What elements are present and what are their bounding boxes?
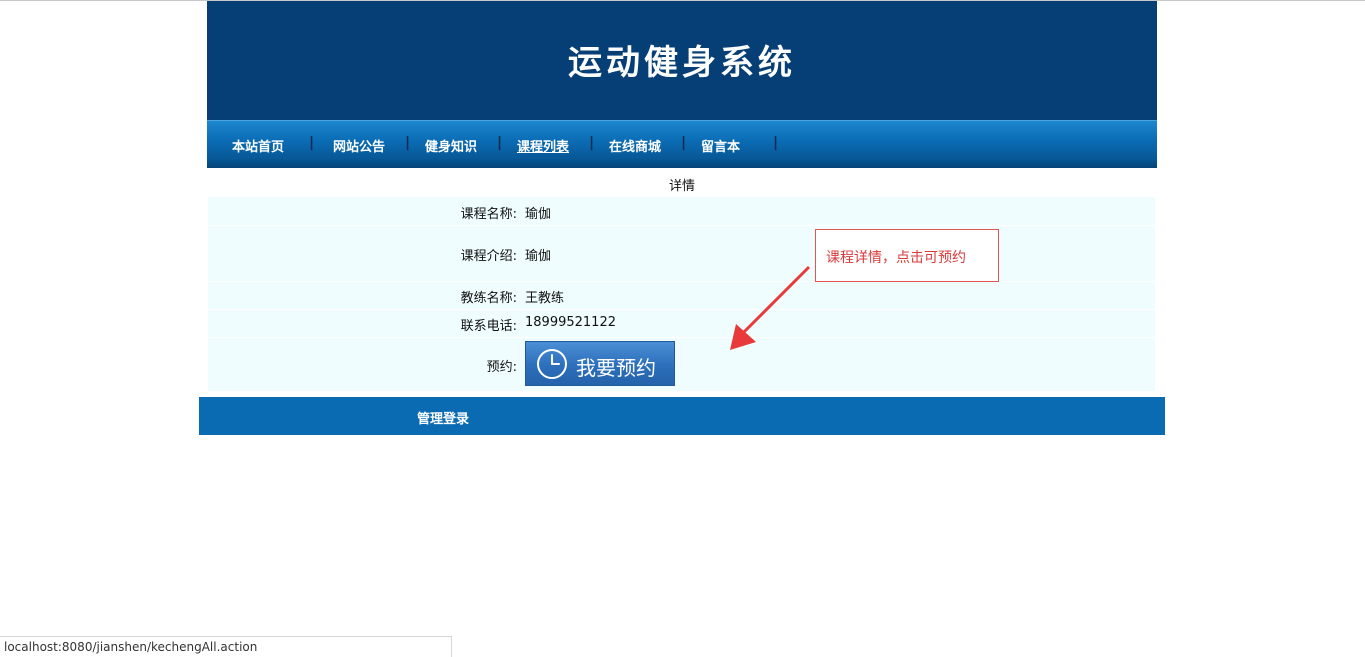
course-detail-table: 课程名称: 瑜伽 课程介绍: 瑜伽 教练名称: 王教练 联系电话: 189995… [208, 197, 1155, 391]
detail-row-course-name: 课程名称: 瑜伽 [208, 197, 1155, 226]
booking-label: 预约: [486, 360, 517, 375]
nav-fitness-knowledge[interactable]: 健身知识 [425, 136, 477, 155]
annotation-callout: 课程详情，点击可预约 [815, 229, 999, 282]
detail-row-coach-name: 教练名称: 王教练 [208, 282, 1155, 310]
nav-course-list[interactable]: 课程列表 [517, 136, 569, 155]
site-header: 运动健身系统 [207, 1, 1157, 120]
nav-separator: | [773, 135, 779, 151]
phone-label: 联系电话: [460, 319, 517, 334]
coach-name-value: 王教练 [525, 291, 565, 306]
admin-login-link[interactable]: 管理登录 [417, 408, 469, 427]
course-name-value: 瑜伽 [525, 207, 552, 222]
nav-guestbook[interactable]: 留言本 [701, 136, 740, 155]
nav-separator: | [497, 135, 503, 151]
status-url: localhost:8080/jianshen/kechengAll.actio… [4, 640, 258, 654]
nav-separator: | [681, 135, 687, 151]
nav-announcements[interactable]: 网站公告 [333, 136, 385, 155]
nav-separator: | [309, 135, 315, 151]
main-nav: 本站首页 | 网站公告 | 健身知识 | 课程列表 | 在线商城 | 留言本 | [207, 120, 1157, 168]
book-course-button[interactable]: 我要预约 [525, 341, 675, 386]
site-footer: 管理登录 [199, 397, 1165, 435]
annotation-callout-text: 课程详情，点击可预约 [826, 250, 966, 266]
coach-name-label: 教练名称: [460, 291, 517, 306]
nav-home[interactable]: 本站首页 [232, 136, 284, 155]
browser-status-bar: localhost:8080/jianshen/kechengAll.actio… [0, 636, 452, 657]
nav-separator: | [405, 135, 411, 151]
course-intro-label: 课程介绍: [460, 249, 517, 264]
clock-icon [537, 349, 567, 379]
detail-row-phone: 联系电话: 18999521122 [208, 310, 1155, 338]
course-name-label: 课程名称: [460, 207, 517, 222]
arrow-icon [730, 265, 811, 350]
detail-row-course-intro: 课程介绍: 瑜伽 [208, 226, 1155, 282]
book-course-button-label: 我要预约 [576, 356, 656, 380]
phone-value: 18999521122 [525, 315, 616, 330]
nav-online-shop[interactable]: 在线商城 [609, 136, 661, 155]
detail-heading: 详情 [668, 179, 695, 194]
detail-row-booking: 预约: [208, 338, 1155, 391]
course-intro-value: 瑜伽 [525, 249, 552, 264]
nav-separator: | [589, 135, 595, 151]
site-title: 运动健身系统 [568, 43, 796, 83]
